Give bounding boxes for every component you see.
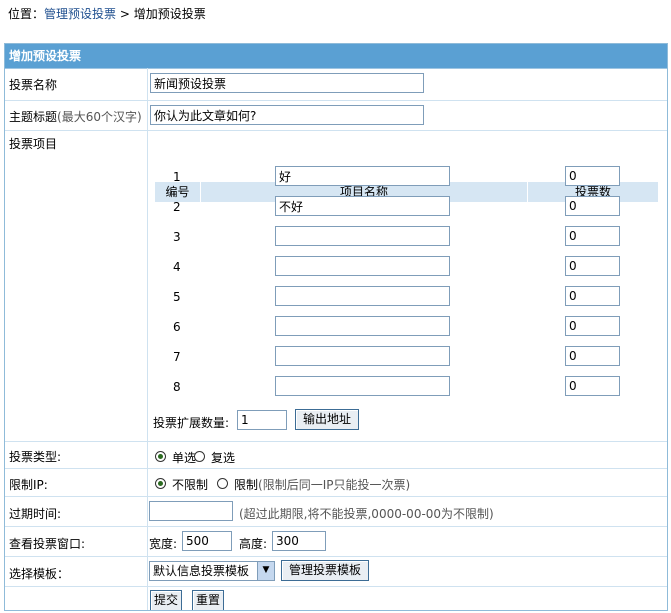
item-number: 7 — [173, 350, 181, 364]
single-choice-label: 单选 — [172, 451, 197, 465]
output-address-button[interactable]: 输出地址 — [295, 409, 360, 430]
subject-input[interactable] — [150, 105, 424, 125]
row-template: 选择模板： 默认信息投票模板 ▼ 管理投票模板 — [5, 556, 667, 586]
item-votes-input[interactable] — [565, 286, 620, 306]
limit-ip-label: 限制IP: — [9, 478, 48, 492]
breadcrumb-separator: > — [116, 7, 134, 21]
item-number: 5 — [173, 290, 181, 304]
row-vote-name: 投票名称 — [5, 69, 667, 99]
row-vote-type: 投票类型: 单选 复选 — [5, 441, 667, 468]
breadcrumb-link-manage[interactable]: 管理预设投票 — [44, 7, 116, 21]
item-votes-input[interactable] — [565, 376, 620, 396]
item-votes-input[interactable] — [565, 196, 620, 216]
multi-choice-label: 复选 — [211, 451, 236, 465]
vote-items-label: 投票项目 — [9, 137, 58, 151]
extend-count-input[interactable] — [237, 410, 287, 430]
item-votes-input[interactable] — [565, 226, 620, 246]
item-number: 6 — [173, 320, 181, 334]
submit-button[interactable]: 提交 — [150, 590, 183, 610]
vote-type-label: 投票类型: — [9, 450, 62, 464]
template-select-value: 默认信息投票模板 — [153, 564, 250, 578]
breadcrumb: 位置：管理预设投票 > 增加预设投票 — [8, 5, 206, 22]
single-choice-radio[interactable] — [155, 451, 166, 462]
item-number: 8 — [173, 380, 181, 394]
item-votes-input[interactable] — [565, 166, 620, 186]
row-subject: 主题标题(最大60个汉字) — [5, 100, 667, 131]
expire-input[interactable] — [149, 501, 233, 521]
breadcrumb-prefix: 位置： — [8, 7, 45, 21]
item-number: 4 — [173, 260, 181, 274]
item-number: 3 — [173, 230, 181, 244]
item-votes-input[interactable] — [565, 346, 620, 366]
breadcrumb-current: 增加预设投票 — [133, 7, 206, 21]
row-expire: 过期时间: (超过此期限,将不能投票,0000-00-00为不限制) — [5, 496, 667, 526]
item-name-input[interactable] — [275, 256, 450, 276]
no-limit-label: 不限制 — [172, 478, 209, 492]
limit-label-text: 限制 — [234, 478, 259, 492]
item-name-input[interactable] — [275, 166, 450, 186]
subject-label: 主题标题(最大60个汉字) — [9, 108, 142, 125]
row-actions: 提交 重置 — [5, 586, 667, 610]
subject-hint: (最大60个汉字) — [57, 110, 142, 124]
item-name-input[interactable] — [275, 346, 450, 366]
item-number: 2 — [173, 200, 181, 214]
height-label: 高度: — [239, 537, 268, 551]
width-label: 宽度: — [149, 537, 178, 551]
item-name-input[interactable] — [275, 376, 450, 396]
limit-radio[interactable] — [217, 478, 228, 489]
reset-button[interactable]: 重置 — [192, 590, 225, 610]
add-vote-panel: 增加预设投票 投票名称 主题标题(最大60个汉字) 投票项目 编号 项目名称 投… — [4, 43, 668, 611]
vote-name-label: 投票名称 — [9, 78, 58, 92]
manage-template-button[interactable]: 管理投票模板 — [281, 560, 370, 581]
multi-choice-radio[interactable] — [194, 451, 205, 462]
extend-count-label: 投票扩展数量: — [153, 416, 230, 430]
subject-label-text: 主题标题 — [9, 110, 58, 124]
no-limit-radio[interactable] — [155, 478, 166, 489]
col-header-no: 编号 — [155, 182, 200, 202]
limit-label: 限制(限制后同一IP只能投一次票) — [234, 476, 410, 493]
row-limit-ip: 限制IP: 不限制 限制(限制后同一IP只能投一次票) — [5, 468, 667, 496]
item-votes-input[interactable] — [565, 256, 620, 276]
view-window-label: 查看投票窗口: — [9, 537, 86, 551]
item-name-input[interactable] — [275, 196, 450, 216]
item-votes-input[interactable] — [565, 316, 620, 336]
row-view-window: 查看投票窗口: 宽度: 高度: — [5, 526, 667, 556]
item-name-input[interactable] — [275, 316, 450, 336]
item-number: 1 — [173, 170, 181, 184]
expire-hint: (超过此期限,将不能投票,0000-00-00为不限制) — [239, 507, 494, 521]
width-input[interactable] — [182, 531, 232, 551]
height-input[interactable] — [272, 531, 326, 551]
template-label: 选择模板： — [9, 567, 70, 581]
template-select[interactable]: 默认信息投票模板 ▼ — [149, 561, 275, 581]
expire-label: 过期时间: — [9, 507, 62, 521]
item-name-input[interactable] — [275, 286, 450, 306]
limit-hint: (限制后同一IP只能投一次票) — [258, 478, 411, 492]
chevron-down-icon[interactable]: ▼ — [257, 562, 274, 580]
vote-name-input[interactable] — [150, 73, 424, 93]
item-name-input[interactable] — [275, 226, 450, 246]
panel-title: 增加预设投票 — [5, 44, 667, 69]
